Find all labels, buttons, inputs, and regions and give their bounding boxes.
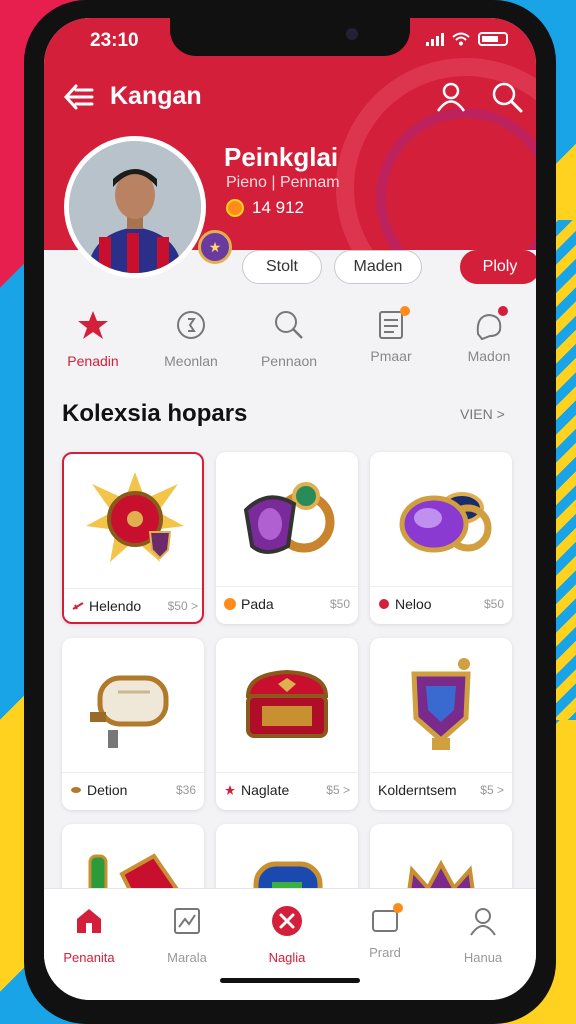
red-chest-icon — [216, 638, 358, 768]
notification-dot — [498, 306, 508, 316]
item-name: Naglate — [241, 781, 290, 798]
profile-name: Peinkglai — [224, 142, 339, 172]
document-icon — [374, 306, 410, 342]
spiked-shield-icon — [64, 454, 202, 584]
item-footer: Neloo $50 — [370, 586, 512, 620]
item-card[interactable]: Kolderntsem $5 > — [370, 638, 512, 810]
notification-dot — [393, 903, 403, 913]
page-title: Kangan — [110, 82, 202, 110]
primary-action-button[interactable]: Ploly — [460, 250, 536, 284]
item-price: $36 — [175, 782, 196, 797]
section-title: Kolexsia hopars — [62, 400, 248, 427]
category-label: Penadin — [67, 353, 119, 369]
search-icon[interactable] — [490, 80, 524, 114]
item-name: Kolderntsem — [378, 781, 457, 798]
status-icons — [426, 32, 508, 46]
message-icon — [369, 903, 403, 937]
purple-ring-icon — [216, 452, 358, 582]
gallery-icon — [174, 908, 200, 934]
tab-label: Penanita — [63, 950, 115, 965]
coin-icon — [224, 597, 236, 610]
back-arrow-icon[interactable] — [62, 80, 96, 114]
home-indicator[interactable] — [220, 978, 360, 983]
notification-dot — [400, 306, 410, 316]
category-label: Meonlan — [164, 353, 218, 369]
tab-label: Prard — [369, 945, 401, 960]
user-icon[interactable] — [434, 80, 468, 114]
avatar[interactable] — [64, 136, 206, 278]
tab-messages[interactable]: Prard — [340, 903, 430, 960]
chat-icon — [472, 306, 508, 342]
tab-label: Naglia — [268, 950, 306, 965]
flower-icon — [379, 598, 389, 609]
action-button-2[interactable]: Maden — [334, 250, 422, 284]
item-name: Detion — [87, 781, 128, 798]
top-bar: Kangan — [44, 78, 536, 118]
item-card[interactable]: Naglate $5 > — [216, 638, 358, 810]
view-more-link[interactable]: VIEN > — [460, 406, 505, 422]
scroll-icon — [62, 638, 204, 768]
item-card[interactable]: Helendo $50 > — [62, 452, 204, 624]
star-icon — [78, 311, 108, 339]
home-icon — [77, 909, 101, 933]
category-0[interactable]: Penadin — [48, 308, 138, 369]
item-name: Helendo — [89, 597, 142, 614]
tools-icon — [272, 906, 302, 936]
category-label: Madon — [467, 348, 511, 364]
feather-icon — [71, 786, 81, 793]
item-footer: Detion $36 — [62, 772, 204, 806]
category-label: Pmaar — [370, 348, 412, 364]
tab-label: Marala — [167, 950, 207, 965]
signal-icon — [426, 32, 444, 46]
camera-icon — [346, 28, 358, 40]
item-price: $50 — [483, 596, 504, 611]
profile-icon — [470, 908, 496, 936]
tab-home[interactable]: Penanita — [44, 905, 134, 965]
tab-tools[interactable]: Naglia — [242, 905, 332, 965]
item-footer: Kolderntsem $5 > — [370, 772, 512, 806]
item-footer: Naglate $5 > — [216, 772, 358, 806]
profile-subtitle: Pieno | Pennam — [226, 174, 340, 191]
category-bar: Penadin Meonlan Pennaon Pmaar Madon — [44, 306, 536, 378]
coin-value: 14 912 — [252, 198, 304, 217]
item-price: $50 — [329, 596, 350, 611]
item-card[interactable]: Neloo $50 — [370, 452, 512, 624]
avatar-photo — [69, 141, 201, 273]
category-4[interactable]: Madon — [444, 306, 534, 364]
app-screen: 23:10 Kangan ★ Peinkglai Pieno | Pennam … — [44, 18, 536, 1000]
magnifier-icon — [275, 311, 303, 339]
phone-frame: 23:10 Kangan ★ Peinkglai Pieno | Pennam … — [24, 0, 556, 1024]
item-price: $50 > — [167, 598, 198, 613]
tab-label: Hanua — [463, 950, 503, 965]
star-icon — [225, 784, 235, 795]
tab-gallery[interactable]: Marala — [142, 905, 232, 965]
action-button-1[interactable]: Stolt — [242, 250, 322, 284]
coin-icon — [177, 311, 205, 339]
item-footer: Helendo $50 > — [64, 588, 202, 622]
coin-icon — [226, 199, 244, 217]
item-name: Neloo — [395, 595, 432, 612]
category-2[interactable]: Pennaon — [244, 308, 334, 369]
amethyst-ring-icon — [370, 452, 512, 582]
item-type-icon — [72, 601, 84, 610]
category-3[interactable]: Pmaar — [346, 306, 436, 364]
category-1[interactable]: Meonlan — [146, 308, 236, 369]
rank-badge-icon: ★ — [198, 230, 232, 264]
item-footer: Pada $50 — [216, 586, 358, 620]
item-card[interactable]: Detion $36 — [62, 638, 204, 810]
item-price: $5 > — [326, 782, 350, 797]
coin-balance: 14 912 — [226, 198, 304, 218]
wifi-icon — [452, 32, 470, 46]
device-notch — [170, 18, 410, 56]
bottom-tab-bar: Penanita Marala Naglia Prard Hanua — [44, 888, 536, 1000]
item-card[interactable]: Pada $50 — [216, 452, 358, 624]
item-name: Pada — [241, 595, 274, 612]
item-price: $5 > — [480, 782, 504, 797]
status-time: 23:10 — [90, 30, 139, 51]
purple-shield-icon — [370, 638, 512, 768]
category-label: Pennaon — [260, 353, 318, 369]
battery-icon — [478, 32, 508, 46]
tab-profile[interactable]: Hanua — [438, 905, 528, 965]
